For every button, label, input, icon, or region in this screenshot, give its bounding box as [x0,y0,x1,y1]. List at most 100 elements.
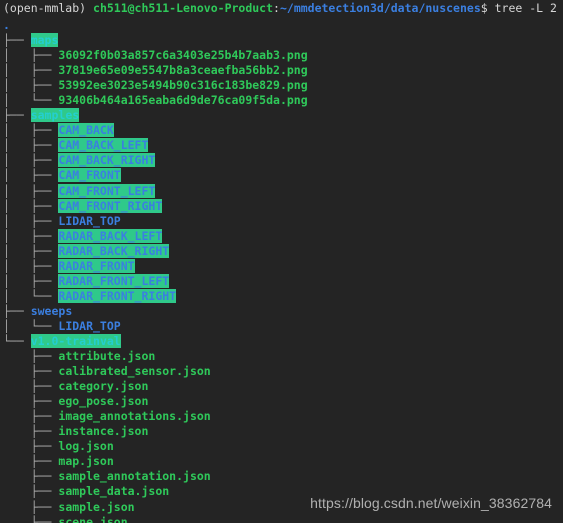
tree-entry-name: calibrated_sensor.json [58,364,211,379]
tree-entry-name: RADAR_FRONT [58,258,135,273]
tree-output: . ├── maps │ ├── 36092f0b03a857c6a3403e25b… [3,18,563,523]
tree-entry-name: . [3,18,10,32]
terminal-window[interactable]: (open-mmlab) ch511@ch511-Lenovo-Product:… [0,0,563,523]
tree-entry-name: sweeps [30,303,73,318]
tree-connector: ├── [3,454,59,469]
tree-connector: │ ├── [3,213,59,228]
tree-row: ├── attribute.json [3,349,563,364]
tree-entry-name: 37819e65e09e5547b8a3ceaefba56bb2.png [58,63,308,78]
tree-entry-name: instance.json [58,424,149,439]
tree-entry-name: map.json [58,454,114,469]
shell-prompt-line: (open-mmlab) ch511@ch511-Lenovo-Product:… [3,0,557,16]
tree-entry-name: maps [30,33,59,48]
tree-connector: ├── [3,484,59,499]
tree-connector: │ └── [3,288,59,303]
tree-connector: ├── [3,108,31,123]
tree-row: │ └── 93406b464a165eaba6d9de76ca09f5da.p… [3,93,563,108]
tree-connector: │ ├── [3,78,59,93]
tree-entry-name: 53992ee3023e5494b90c316c183be829.png [58,78,308,93]
tree-row: │ └── LIDAR_TOP [3,319,563,334]
tree-row: │ ├── CAM_BACK_RIGHT [3,153,563,168]
tree-connector: │ ├── [3,123,59,138]
tree-row: │ ├── 37819e65e09e5547b8a3ceaefba56bb2.p… [3,63,563,78]
user-host-label: ch511@ch511-Lenovo-Product [93,1,274,15]
tree-row: │ ├── CAM_BACK [3,123,563,138]
tree-entry-name: log.json [58,439,114,454]
tree-entry-name: CAM_BACK [58,123,114,138]
tree-row: │ ├── CAM_FRONT_LEFT [3,183,563,199]
tree-entry-name: RADAR_BACK_LEFT [58,228,163,243]
tree-row: ├── maps [3,33,563,48]
tree-connector: │ ├── [3,63,59,78]
tree-connector: │ ├── [3,243,59,258]
tree-row: │ ├── 36092f0b03a857c6a3403e25b4b7aab3.p… [3,48,563,63]
tree-row: ├── instance.json [3,424,563,439]
tree-connector: ├── [3,424,59,439]
tree-entry-name: sample_annotation.json [58,469,211,484]
tree-connector: ├── [3,439,59,454]
typed-command: tree -L 2 [494,1,557,15]
tree-connector: ├── [3,33,31,48]
tree-row: ├── scene.json [3,515,563,523]
tree-row: │ ├── CAM_BACK_LEFT [3,138,563,153]
tree-entry-name: category.json [58,379,149,394]
tree-connector: │ ├── [3,198,59,213]
tree-entry-name: sample_data.json [58,484,170,499]
tree-entry-name: sample.json [58,499,135,514]
tree-connector: │ └── [3,318,59,333]
tree-row: │ ├── CAM_FRONT_RIGHT [3,198,563,214]
tree-entry-name: CAM_FRONT_RIGHT [58,198,163,213]
tree-row: │ ├── RADAR_FRONT [3,258,563,274]
tree-entry-name: LIDAR_TOP [58,318,121,333]
tree-connector: │ ├── [3,228,59,243]
tree-entry-name: v1.0-trainval [30,333,121,348]
prompt-dollar-sign: $ [480,1,495,15]
virtualenv-label: (open-mmlab) [3,1,94,15]
tree-connector: ├── [3,379,59,394]
tree-entry-name: RADAR_FRONT_RIGHT [58,288,177,303]
tree-connector: ├── [3,514,59,523]
tree-entry-name: ego_pose.json [58,394,149,409]
tree-row: ├── samples [3,108,563,123]
tree-connector: │ ├── [3,258,59,273]
tree-row: │ ├── LIDAR_TOP [3,214,563,229]
tree-connector: ├── [3,469,59,484]
tree-row: . [3,18,563,33]
tree-row: │ ├── RADAR_BACK_LEFT [3,228,563,244]
tree-connector: ├── [3,349,59,364]
tree-connector: └── [3,333,31,348]
prompt-colon: : [273,1,280,15]
tree-entry-name: 36092f0b03a857c6a3403e25b4b7aab3.png [58,48,308,63]
tree-connector: ├── [3,394,59,409]
tree-entry-name: attribute.json [58,349,156,364]
tree-entry-name: samples [30,108,80,123]
tree-connector: │ ├── [3,273,59,288]
tree-connector: │ ├── [3,168,59,183]
tree-row: │ └── RADAR_FRONT_RIGHT [3,288,563,304]
tree-connector: │ ├── [3,48,59,63]
tree-connector: │ └── [3,93,59,108]
tree-connector: ├── [3,303,31,318]
tree-connector: ├── [3,499,59,514]
csdn-watermark: https://blog.csdn.net/weixin_38362784 [310,494,552,511]
tree-row: ├── ego_pose.json [3,394,563,409]
tree-row: ├── calibrated_sensor.json [3,364,563,379]
tree-row: │ ├── RADAR_BACK_RIGHT [3,243,563,259]
tree-row: ├── sample_annotation.json [3,469,563,484]
tree-row: ├── category.json [3,379,563,394]
tree-row: ├── map.json [3,454,563,469]
tree-row: └── v1.0-trainval [3,333,563,349]
tree-entry-name: CAM_FRONT [58,168,121,183]
tree-entry-name: scene.json [58,514,128,523]
tree-entry-name: CAM_FRONT_LEFT [58,183,156,198]
tree-row: │ ├── CAM_FRONT [3,168,563,183]
tree-entry-name: image_annotations.json [58,409,211,424]
tree-entry-name: 93406b464a165eaba6d9de76ca09f5da.png [58,93,308,108]
tree-connector: │ ├── [3,153,59,168]
tree-connector: │ ├── [3,183,59,198]
tree-entry-name: RADAR_BACK_RIGHT [58,243,170,258]
tree-row: ├── sweeps [3,304,563,319]
tree-connector: ├── [3,409,59,424]
tree-entry-name: LIDAR_TOP [58,213,121,228]
tree-entry-name: CAM_BACK_RIGHT [58,153,156,168]
